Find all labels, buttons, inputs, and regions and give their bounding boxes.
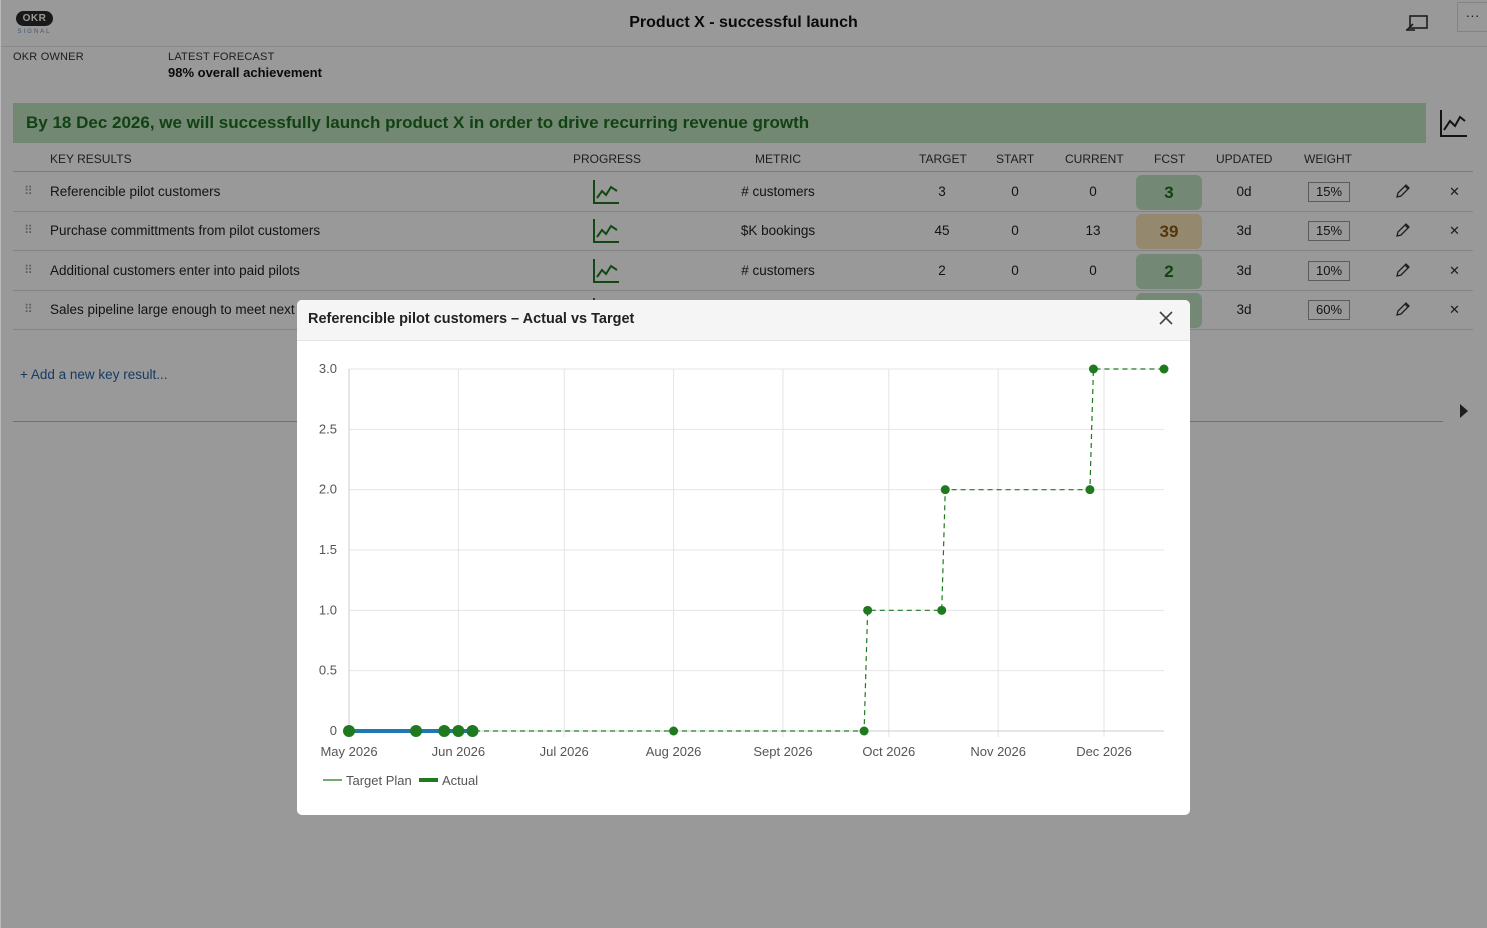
chart-modal: Referencible pilot customers – Actual vs…: [297, 300, 1190, 815]
target-plan-point: [1088, 364, 1098, 374]
actual-point: [343, 725, 355, 737]
legend-target-label: Target Plan: [346, 773, 412, 788]
x-tick-label: Jul 2026: [540, 744, 589, 759]
window-edge: [0, 0, 1, 928]
x-tick-label: Dec 2026: [1076, 744, 1132, 759]
actual-point: [438, 725, 451, 737]
y-tick-label: 3.0: [319, 361, 337, 376]
x-tick-label: May 2026: [320, 744, 377, 759]
y-tick-label: 1.5: [319, 542, 337, 557]
x-tick-label: Aug 2026: [646, 744, 702, 759]
x-tick-label: Oct 2026: [862, 744, 915, 759]
y-tick-label: 1.0: [319, 602, 337, 617]
close-icon[interactable]: [1157, 309, 1175, 327]
y-tick-label: 0.5: [319, 663, 337, 678]
y-tick-label: 0: [330, 723, 337, 738]
modal-title: Referencible pilot customers – Actual vs…: [308, 311, 635, 327]
target-plan-point: [937, 605, 947, 615]
target-plan-point: [859, 726, 869, 736]
actual-vs-target-chart: 0 0.5 1.0 1.5 2.0 2.5 3.0 May 2026 Jun 2026 Jul 2…: [319, 361, 1169, 788]
x-tick-label: Jun 2026: [432, 744, 486, 759]
target-plan-point: [669, 726, 679, 736]
actual-point: [466, 725, 479, 737]
modal-header: Referencible pilot customers – Actual vs…: [297, 300, 1190, 341]
x-tick-label: Nov 2026: [970, 744, 1026, 759]
legend-actual-label: Actual: [442, 773, 478, 788]
y-tick-label: 2.5: [319, 421, 337, 436]
target-plan-point: [940, 485, 950, 495]
target-plan-point: [1085, 485, 1095, 495]
x-tick-label: Sept 2026: [753, 744, 812, 759]
y-tick-label: 2.0: [319, 482, 337, 497]
actual-point: [410, 725, 423, 737]
target-plan-point: [1159, 364, 1169, 374]
actual-point: [452, 725, 465, 737]
target-plan-point: [863, 605, 873, 615]
